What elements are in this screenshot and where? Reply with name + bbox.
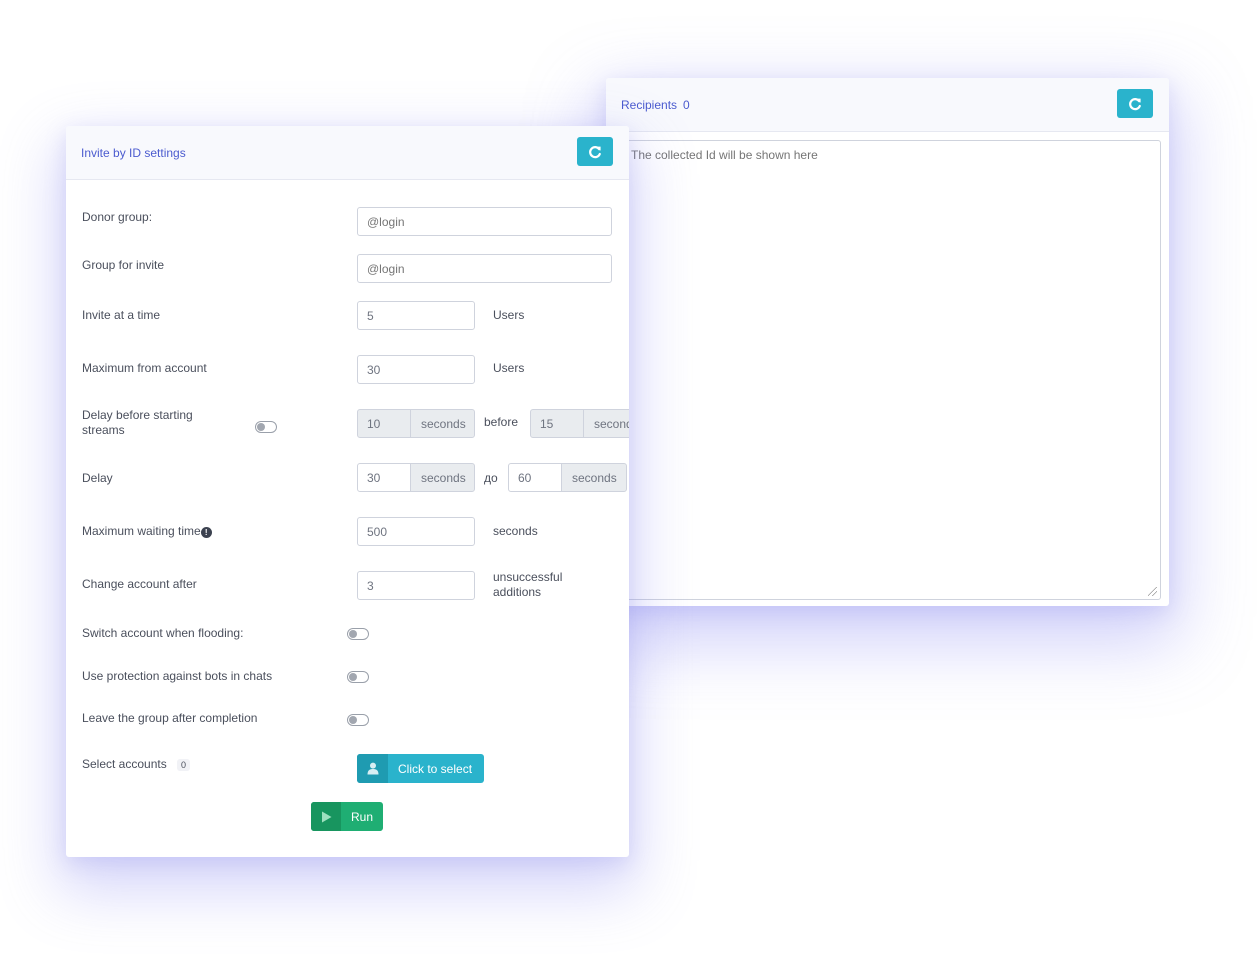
group-invite-input[interactable] xyxy=(357,254,612,283)
invite-at-time-unit: Users xyxy=(493,308,525,322)
delay-before-from-unit: seconds xyxy=(410,409,475,438)
max-wait-unit: seconds xyxy=(493,524,538,538)
bot-protection-toggle[interactable] xyxy=(347,671,369,683)
switch-flood-toggle[interactable] xyxy=(347,628,369,640)
invite-settings-panel: Invite by ID settings Donor group: Group… xyxy=(66,126,629,857)
max-wait-input[interactable]: 500 xyxy=(357,517,475,546)
recipients-textarea[interactable] xyxy=(622,140,1161,600)
select-accounts-button-label: Click to select xyxy=(398,761,473,776)
change-account-input[interactable]: 3 xyxy=(357,571,475,600)
recipients-count: 0 xyxy=(683,97,690,112)
invite-settings-header: Invite by ID settings xyxy=(66,126,629,180)
group-invite-label: Group for invite xyxy=(82,258,165,272)
invite-settings-title: Invite by ID settings xyxy=(81,145,186,160)
play-icon xyxy=(311,802,341,831)
recipients-title: Recipients xyxy=(621,97,678,112)
delay-before-between: before xyxy=(484,415,519,429)
run-button-label: Run xyxy=(351,809,374,824)
user-icon xyxy=(357,754,388,783)
delay-from-input[interactable]: 30 xyxy=(357,463,411,492)
delay-before-to-input[interactable]: 15 xyxy=(530,409,584,438)
delay-label: Delay xyxy=(82,471,113,485)
switch-flood-label: Switch account when flooding: xyxy=(82,626,244,640)
select-accounts-button[interactable]: Click to select xyxy=(357,754,484,783)
delay-to-input[interactable]: 60 xyxy=(508,463,562,492)
textarea-resize-handle[interactable] xyxy=(1148,587,1157,596)
info-icon[interactable]: ! xyxy=(200,527,212,538)
recipients-panel: Recipients 0 xyxy=(606,78,1169,606)
delay-before-toggle[interactable] xyxy=(255,421,277,433)
invite-at-time-label: Invite at a time xyxy=(82,308,161,322)
recipients-header: Recipients 0 xyxy=(606,78,1169,132)
invite-at-time-input[interactable]: 5 xyxy=(357,301,475,330)
accounts-count-badge: 0 xyxy=(177,759,191,771)
delay-to-unit: seconds xyxy=(561,463,627,492)
delay-before-label-line1: Delay before starting xyxy=(82,408,193,422)
run-button[interactable]: Run xyxy=(311,802,383,831)
donor-group-input[interactable] xyxy=(357,207,612,236)
donor-group-label: Donor group: xyxy=(82,210,153,224)
leave-group-toggle[interactable] xyxy=(347,714,369,726)
change-account-unit-line1: unsuccessful xyxy=(493,570,563,584)
delay-before-to-unit: seconds xyxy=(583,409,629,438)
max-from-account-input[interactable]: 30 xyxy=(357,355,475,384)
max-wait-label: Maximum waiting time! xyxy=(82,524,212,539)
max-from-account-unit: Users xyxy=(493,361,525,375)
delay-before-from-input[interactable]: 10 xyxy=(357,409,411,438)
select-accounts-label: Select accounts xyxy=(82,757,167,771)
recipients-refresh-button[interactable] xyxy=(1117,89,1153,118)
settings-refresh-button[interactable] xyxy=(577,137,613,166)
bot-protection-label: Use protection against bots in chats xyxy=(82,669,273,683)
delay-before-label-line2: streams xyxy=(82,423,125,437)
refresh-icon xyxy=(589,145,601,158)
max-wait-label-text: Maximum waiting time xyxy=(82,524,201,538)
delay-between: до xyxy=(484,471,498,485)
change-account-unit-line2: additions xyxy=(493,585,542,599)
change-account-label: Change account after xyxy=(82,577,197,591)
delay-from-unit: seconds xyxy=(410,463,475,492)
refresh-icon xyxy=(1129,97,1141,110)
leave-group-label: Leave the group after completion xyxy=(82,711,258,725)
max-from-account-label: Maximum from account xyxy=(82,361,207,375)
